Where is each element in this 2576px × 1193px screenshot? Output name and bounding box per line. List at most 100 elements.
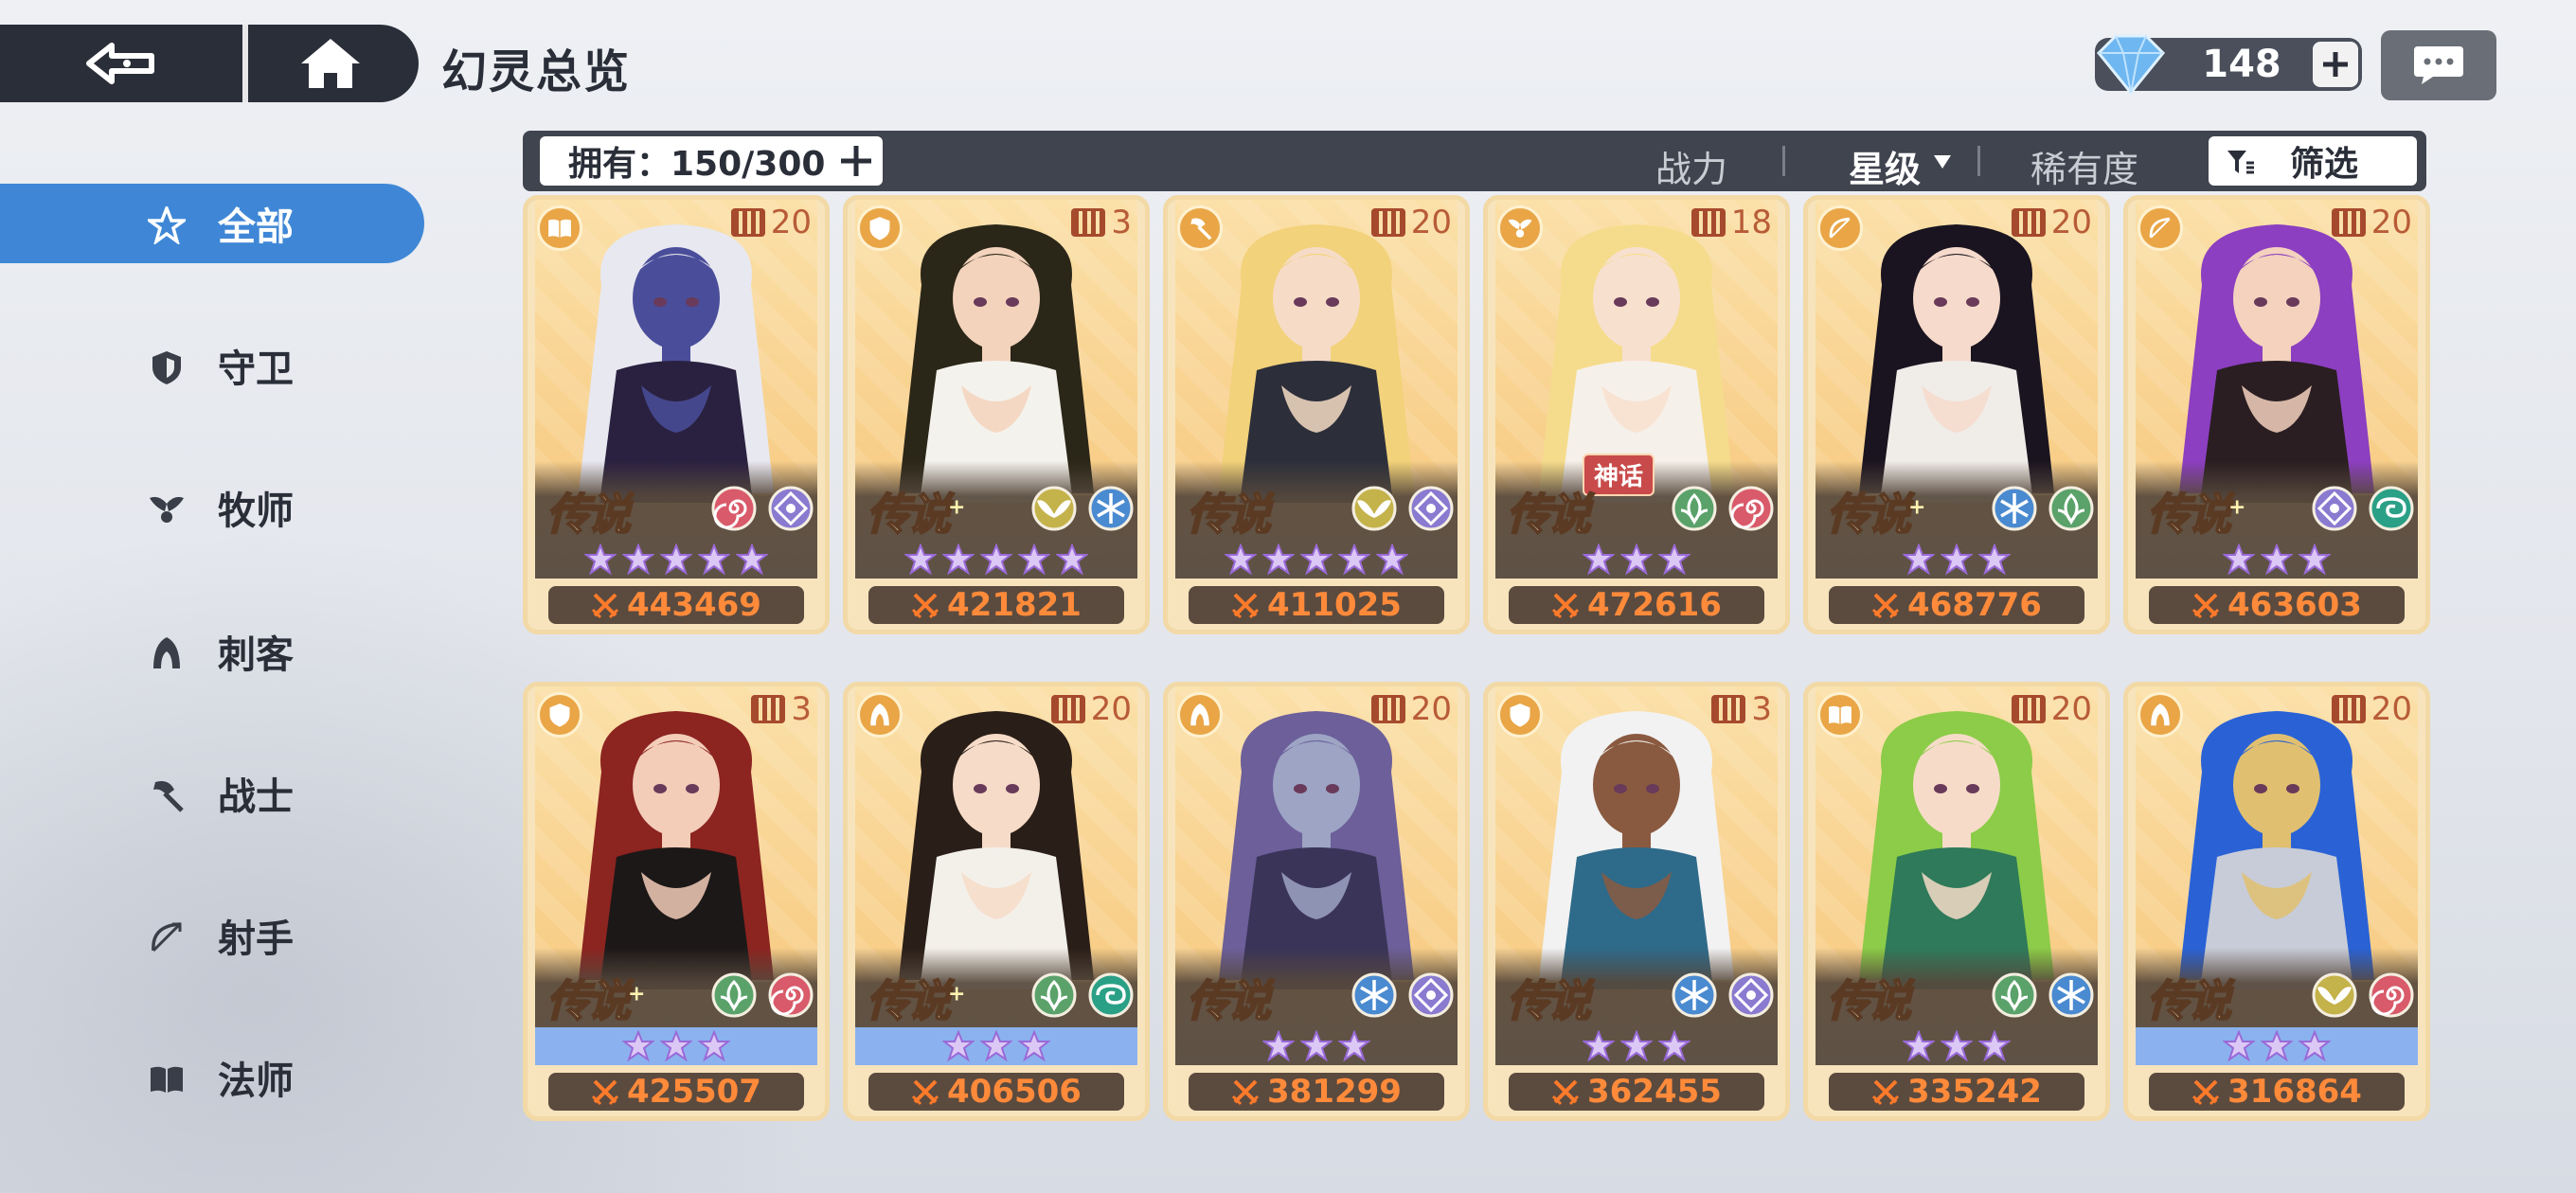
back-button[interactable]: [0, 25, 248, 102]
home-button[interactable]: [248, 25, 413, 102]
rarity-label: 传说+: [866, 967, 966, 1029]
crossed-swords-icon: [1551, 593, 1580, 619]
sidebar-item-warrior[interactable]: 战士: [0, 754, 424, 833]
all-star-icon: [148, 206, 186, 244]
power-box: 406506: [868, 1073, 1124, 1111]
star-icon: [698, 543, 730, 576]
assassin-class-icon: [1190, 703, 1209, 726]
star-icon: [1583, 1030, 1615, 1062]
rarity-label: 传说: [1826, 967, 1912, 1029]
hero-card[interactable]: 20 传说 335242: [1803, 682, 2110, 1121]
sidebar-item-mage[interactable]: 法师: [0, 1038, 424, 1117]
sort-star[interactable]: 星级: [1849, 140, 1921, 192]
star-icon: [1658, 1030, 1690, 1062]
sidebar-item-label: 战士: [218, 775, 294, 819]
copies-indicator: 20: [2011, 204, 2092, 241]
copies-count: 20: [1090, 690, 1132, 728]
copies-bar-icon: [2011, 208, 2046, 237]
copies-bar-icon: [1370, 695, 1405, 723]
owned-count-box[interactable]: 拥有：150/300: [540, 136, 883, 186]
copies-indicator: 3: [1711, 690, 1772, 728]
hero-card[interactable]: 3 传说+ 425507: [523, 682, 830, 1121]
hero-card[interactable]: 20 传说+ 463603: [2123, 195, 2430, 634]
copies-count: 20: [2370, 204, 2412, 241]
star-icon: [584, 543, 617, 576]
crossed-swords-icon: [591, 1079, 619, 1106]
sidebar-item-archer[interactable]: 射手: [0, 896, 424, 975]
chat-bubble-icon: [2414, 46, 2463, 84]
hero-card[interactable]: 18 神话 传说 472616: [1483, 195, 1790, 634]
hero-card[interactable]: 20 传说 316864: [2123, 682, 2430, 1121]
snow-element-icon: [1088, 486, 1134, 531]
page-title: 幻灵总览: [441, 45, 632, 98]
hero-card[interactable]: 20 传说+ 406506: [843, 682, 1150, 1121]
eye-element-icon: [2312, 486, 2357, 531]
leaf-element-icon: [2048, 486, 2094, 531]
class-badge: [1497, 205, 1543, 251]
power-box: 425507: [548, 1073, 804, 1111]
expand-capacity-icon[interactable]: [839, 144, 873, 178]
rarity-label: 传说: [1506, 967, 1592, 1029]
star-icon: [660, 543, 692, 576]
star-rating: [535, 541, 817, 579]
sort-rarity[interactable]: 稀有度: [2030, 140, 2138, 192]
power-value: 443469: [627, 586, 761, 624]
power-value: 425507: [627, 1073, 761, 1111]
star-icon: [980, 1030, 1012, 1062]
star-icon: [2223, 543, 2255, 576]
rarity-text: 传说: [2146, 488, 2232, 541]
power-box: 411025: [1189, 586, 1444, 624]
hero-card[interactable]: 20 传说 411025: [1163, 195, 1470, 634]
copies-count: 20: [2370, 690, 2412, 728]
spiral-element-icon: [1728, 486, 1774, 531]
star-icon: [622, 543, 654, 576]
crossed-swords-icon: [2191, 593, 2220, 619]
hero-card[interactable]: 3 传说+ 421821: [843, 195, 1150, 634]
chat-button[interactable]: [2381, 30, 2496, 100]
rarity-plus: +: [628, 982, 646, 1006]
sidebar-item-all[interactable]: 全部: [0, 184, 424, 263]
rarity-label: 传说: [1506, 480, 1592, 543]
hero-card[interactable]: 20 传说+ 468776: [1803, 195, 2110, 634]
sidebar-item-assassin[interactable]: 刺客: [0, 612, 424, 691]
copies-count: 3: [1111, 204, 1132, 241]
filter-bar: 拥有：150/300 战力 星级 稀有度 筛选: [523, 131, 2426, 191]
hero-card[interactable]: 20 传说 443469: [523, 195, 830, 634]
mage-class-icon: [1829, 705, 1852, 724]
star-icon: [1018, 1030, 1050, 1062]
star-icon: [980, 543, 1012, 576]
copies-indicator: 20: [2331, 204, 2412, 241]
filter-button[interactable]: 筛选: [2209, 136, 2417, 186]
eye-element-icon: [1728, 972, 1774, 1018]
star-icon: [1300, 543, 1333, 576]
star-icon: [942, 1030, 975, 1062]
copies-count: 20: [2050, 690, 2092, 728]
rarity-label: 传说: [1186, 967, 1272, 1029]
hero-card[interactable]: 3 传说 362455: [1483, 682, 1790, 1121]
eye-element-icon: [1408, 972, 1454, 1018]
star-icon: [2299, 1030, 2331, 1062]
warrior-class-icon: [1190, 218, 1212, 240]
rarity-text: 传说: [1186, 974, 1272, 1027]
snow-element-icon: [2048, 972, 2094, 1018]
rarity-plus: +: [1908, 495, 1926, 520]
priest-class-icon: [1508, 219, 1532, 238]
spiral-element-icon: [2369, 972, 2414, 1018]
sidebar-item-priest[interactable]: 牧师: [0, 468, 424, 547]
copies-bar-icon: [1711, 695, 1746, 723]
filter-label: 筛选: [2290, 145, 2359, 184]
sort-power[interactable]: 战力: [1655, 140, 1727, 192]
add-gems-button[interactable]: [2313, 42, 2358, 87]
star-rating: [855, 541, 1137, 579]
sidebar-item-label: 全部: [218, 205, 294, 249]
power-value: 406506: [947, 1073, 1082, 1111]
sidebar-item-guard[interactable]: 守卫: [0, 326, 424, 405]
power-box: 362455: [1509, 1073, 1764, 1111]
star-icon: [2223, 1030, 2255, 1062]
star-icon: [2261, 1030, 2293, 1062]
home-icon: [301, 39, 360, 88]
copies-count: 20: [1410, 204, 1452, 241]
star-rating: [1175, 1027, 1458, 1065]
wind-element-icon: [1088, 972, 1134, 1018]
hero-card[interactable]: 20 传说 381299: [1163, 682, 1470, 1121]
